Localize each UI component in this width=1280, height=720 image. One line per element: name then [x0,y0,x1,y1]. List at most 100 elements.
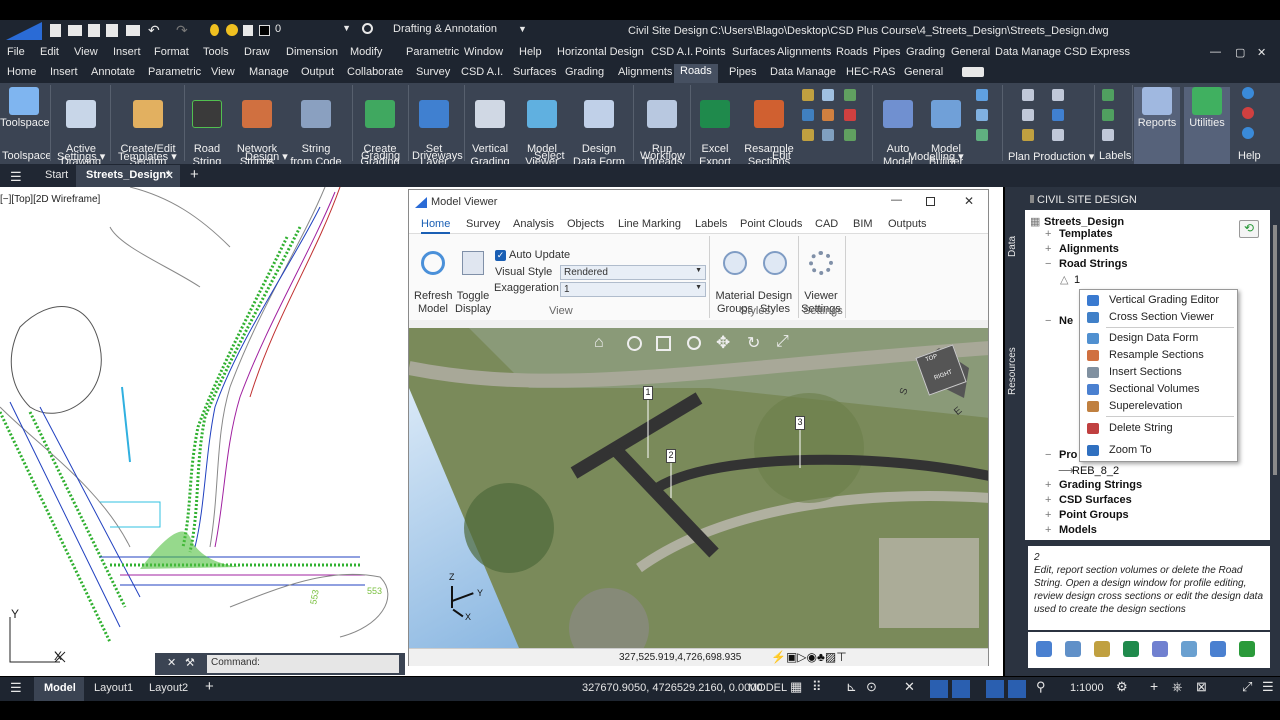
menu-item-dimension[interactable]: Dimension [286,46,338,58]
power-icon[interactable] [1242,107,1254,119]
ribbon-tab-grading[interactable]: Grading [565,66,604,78]
ribbon-tab-view[interactable]: View [211,66,235,78]
close-icon[interactable]: ✕ [964,194,974,208]
menu-item-csd-express[interactable]: CSD Express [1064,46,1130,58]
rotate-icon[interactable]: ↻ [747,333,760,353]
eye-icon[interactable]: ◉ [807,650,817,664]
customize-icon[interactable]: ☰ [1262,679,1274,695]
visual-style-select[interactable]: Rendered ▼ [560,265,706,280]
tree-road-strings[interactable]: − Road Strings [1045,258,1127,270]
panel-tool-icon[interactable] [1181,641,1197,657]
tab-layout1[interactable]: Layout1 [94,682,133,694]
menu-item-surfaces[interactable]: Surfaces [732,46,775,58]
ribbon-tab-output[interactable]: Output [301,66,334,78]
orbit-icon[interactable] [627,336,642,351]
workspace-dropdown[interactable]: Drafting & Annotation ▼ [362,23,538,39]
help-icon[interactable] [1242,87,1254,99]
menu-item-pipes[interactable]: Pipes [873,46,901,58]
group-templates[interactable]: Templates ▾ [118,150,177,163]
tree-road-string-1[interactable]: △ 1 [1060,273,1080,286]
hamburger-icon[interactable]: ☰ [10,169,22,185]
menu-item-file[interactable]: File [7,46,25,58]
panel-tool-icon[interactable] [1123,641,1139,657]
tab-cad[interactable]: CAD [815,218,838,230]
tree-models[interactable]: + Models [1045,524,1097,536]
ribbon-tab-general[interactable]: General [904,66,943,78]
plan-tool-icon[interactable] [1022,109,1034,121]
undo-icon[interactable]: ↶ [148,22,160,39]
maximize-icon[interactable] [926,197,935,206]
toggle-display-button[interactable]: Toggle Display [455,238,491,316]
exaggeration-select[interactable]: 1 ▼ [560,282,706,297]
label-tool-icon[interactable] [1102,109,1114,121]
tree-point-groups[interactable]: + Point Groups [1045,509,1129,521]
menu-item-general[interactable]: General [951,46,990,58]
ribbon-tab-insert[interactable]: Insert [50,66,78,78]
tree-csd-surfaces[interactable]: + CSD Surfaces [1045,494,1132,506]
close-icon[interactable]: ✕ [1257,46,1266,59]
refresh-model-button[interactable]: Refresh Model [414,238,453,316]
plan-tool-icon[interactable] [1022,89,1034,101]
tree-alignments[interactable]: + Alignments [1045,243,1119,255]
tree-reb-8-2[interactable]: ⟶REB_8_2 [1058,464,1119,477]
edit-tool-icon[interactable] [822,129,834,141]
color-swatch[interactable] [259,25,270,36]
lineweight-icon[interactable] [930,680,948,698]
side-tab-resources[interactable]: Resources [1007,347,1018,395]
group-design[interactable]: Design ▾ [245,150,288,163]
ribbon-tab-collaborate[interactable]: Collaborate [347,66,403,78]
tab-point-clouds[interactable]: Point Clouds [740,218,802,230]
zoom-icon[interactable] [687,336,701,350]
edit-tool-icon[interactable] [802,89,814,101]
survey-icon[interactable]: ⊤ [836,650,846,664]
print-icon[interactable] [126,25,140,36]
menu-item-format[interactable]: Format [154,46,189,58]
edit-tool-icon[interactable] [844,89,856,101]
wrench-icon[interactable]: ⚒ [185,656,195,669]
sun-icon[interactable] [226,24,238,36]
panel-tool-icon[interactable] [1152,641,1168,657]
ribbon-tab-annotate[interactable]: Annotate [91,66,135,78]
bulb-icon[interactable] [210,24,219,36]
hatch-icon[interactable]: ▨ [825,650,836,664]
menu-item-help[interactable]: Help [519,46,542,58]
ribbon-tab-csd-a-i-[interactable]: CSD A.I. [461,66,503,78]
vertical-scrollbar[interactable] [1273,225,1277,475]
lock-icon[interactable] [243,25,253,36]
model-tool-icon[interactable] [976,109,988,121]
refresh-icon[interactable]: ⟲ [1239,220,1259,238]
menu-item-delete-string[interactable]: Delete String [1080,420,1237,437]
menu-item-window[interactable]: Window [464,46,503,58]
ribbon-tab-options[interactable] [962,67,984,77]
label-tool-icon[interactable] [1102,129,1114,141]
view-cube-top[interactable]: TOP [925,354,939,364]
plan-tool-icon[interactable] [1052,129,1064,141]
toolspace-button[interactable]: Toolspace [0,87,50,130]
close-icon[interactable]: ✕ [165,169,174,182]
annotation-scale[interactable]: 1:1000 [1070,682,1104,694]
menu-item-zoom-to[interactable]: Zoom To [1080,442,1237,459]
gear-icon[interactable]: ⚙ [1116,679,1128,695]
tree-ne[interactable]: − Ne [1045,315,1073,327]
string-from-code-button[interactable]: String from Code [288,87,344,169]
ribbon-tab-pipes[interactable]: Pipes [729,66,757,78]
ribbon-tab-survey[interactable]: Survey [416,66,450,78]
tab-analysis[interactable]: Analysis [513,218,554,230]
model-viewer-3d-scene[interactable]: 1 2 3 ⌂ ✥ ↻ ⤢ TOP RIGHT S E Z Y X [409,328,988,648]
panel-tool-icon[interactable] [1065,641,1081,657]
add-layout-button[interactable]: + [205,678,214,695]
menu-item-parametric[interactable]: Parametric [406,46,459,58]
reports-button[interactable]: Reports [1134,87,1180,164]
command-input[interactable]: Command: [207,655,399,673]
menu-item-modify[interactable]: Modify [350,46,382,58]
save-icon[interactable] [88,24,100,37]
edit-tool-icon[interactable] [844,129,856,141]
ribbon-tab-hec-ras[interactable]: HEC-RAS [846,66,896,78]
walk-icon[interactable]: ♣ [817,650,825,664]
snap-icon[interactable]: ⠿ [812,679,822,695]
excel-export-button[interactable]: Excel Export [696,87,734,169]
group-settings[interactable]: Settings ▾ [57,150,105,163]
tree-root[interactable]: ▦ Streets_Design [1030,215,1124,228]
tab-home[interactable]: Home [421,218,451,234]
tab-line-marking[interactable]: Line Marking [618,218,681,230]
